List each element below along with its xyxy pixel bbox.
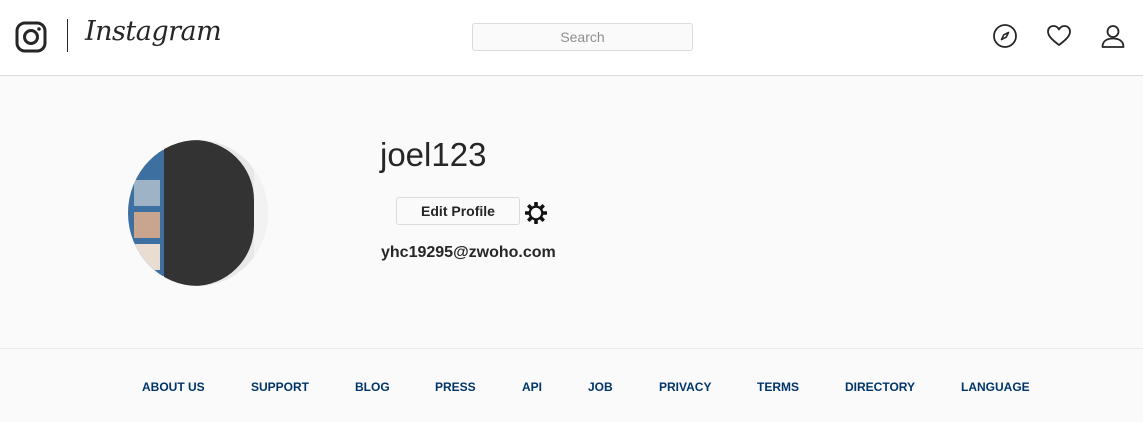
footer-link-directory[interactable]: DIRECTORY (845, 380, 915, 394)
avatar-thumbnail (134, 244, 160, 270)
avatar-thumbnail (134, 180, 160, 206)
heart-icon[interactable] (1046, 23, 1072, 49)
profile-username: joel123 (380, 136, 487, 173)
footer-link-blog[interactable]: BLOG (355, 380, 390, 394)
profile-avatar[interactable] (128, 140, 268, 286)
instagram-camera-icon[interactable] (15, 21, 47, 53)
profile-email: yhc19295@zwoho.com (381, 244, 556, 261)
footer-link-language[interactable]: LANGUAGE (961, 380, 1030, 394)
footer-link-support[interactable]: SUPPORT (251, 380, 309, 394)
footer-link-job[interactable]: JOB (588, 380, 613, 394)
compass-icon[interactable] (992, 23, 1018, 49)
footer-link-privacy[interactable]: PRIVACY (659, 380, 711, 394)
footer-link-terms[interactable]: TERMS (757, 380, 799, 394)
footer-link-api[interactable]: API (522, 380, 542, 394)
search-input[interactable] (472, 23, 693, 51)
footer-link-about-us[interactable]: ABOUT US (142, 380, 205, 394)
top-navigation-bar: Instagram (0, 0, 1143, 76)
gear-icon[interactable] (524, 201, 548, 225)
footer: ABOUT US SUPPORT BLOG PRESS API JOB PRIV… (0, 348, 1143, 422)
user-icon[interactable] (1100, 23, 1126, 49)
footer-link-press[interactable]: PRESS (435, 380, 476, 394)
instagram-wordmark[interactable]: Instagram (85, 16, 222, 47)
edit-profile-button[interactable]: Edit Profile (396, 197, 520, 225)
avatar-dark-area (164, 140, 254, 286)
logo-divider (67, 19, 68, 52)
avatar-edge (254, 160, 268, 266)
footer-links: ABOUT US SUPPORT BLOG PRESS API JOB PRIV… (0, 380, 1143, 396)
avatar-thumbnail (134, 212, 160, 238)
